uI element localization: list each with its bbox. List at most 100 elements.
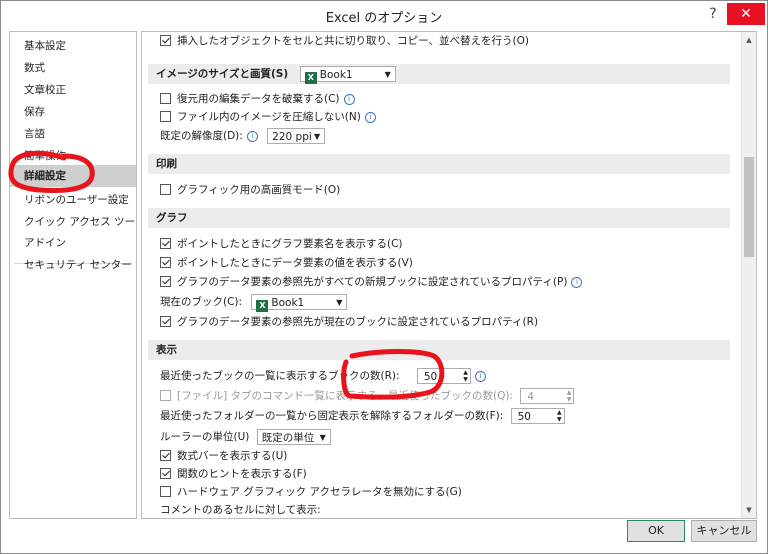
- discard-edit-data-option[interactable]: 復元用の編集データを破棄する(C) i: [160, 90, 355, 108]
- option-label: 数式バーを表示する(U): [177, 450, 288, 462]
- excel-options-dialog: Excel のオプション ? ✕ 基本設定 数式 文章校正 保存 言語 簡単操作…: [0, 0, 768, 554]
- checkbox[interactable]: [160, 238, 171, 249]
- section-title: 印刷: [156, 158, 177, 170]
- cancel-button[interactable]: キャンセル: [691, 520, 757, 542]
- properties-current-workbook-option[interactable]: グラフのデータ要素の参照先が現在のブックに設定されているプロパティ(R): [160, 313, 538, 331]
- spinner-value: 4: [527, 391, 535, 403]
- vertical-scrollbar[interactable]: ▲ ▼: [741, 32, 756, 518]
- sidebar-item-trust-center[interactable]: セキュリティ センター: [10, 255, 136, 275]
- sidebar-item-save[interactable]: 保存: [10, 102, 136, 122]
- no-compress-images-option[interactable]: ファイル内のイメージを圧縮しない(N) i: [160, 108, 376, 126]
- sidebar-item-formulas[interactable]: 数式: [10, 58, 136, 78]
- sidebar-item-general[interactable]: 基本設定: [10, 36, 136, 56]
- excel-workbook-icon: X: [256, 300, 269, 312]
- sidebar-item-customize-ribbon[interactable]: リボンのユーザー設定: [10, 190, 136, 210]
- checkbox[interactable]: [160, 276, 171, 287]
- sidebar-item-addins[interactable]: アドイン: [10, 233, 136, 253]
- checkbox[interactable]: [160, 257, 171, 268]
- show-formula-bar-option[interactable]: 数式バーを表示する(U): [160, 447, 287, 465]
- chevron-down-icon: ▼: [319, 433, 326, 442]
- option-label: ファイル内のイメージを圧縮しない(N): [177, 111, 361, 123]
- sidebar-item-proofing[interactable]: 文章校正: [10, 80, 136, 100]
- high-quality-graphics-option[interactable]: グラフィック用の高画質モード(O): [160, 181, 340, 199]
- spinner-value: 50: [517, 411, 531, 423]
- cut-copy-sort-objects-option[interactable]: 挿入したオブジェクトをセルと共に切り取り、コピー、並べ替えを行う(O): [160, 32, 529, 50]
- spinner-arrows-icon[interactable]: ▲ ▼: [463, 369, 468, 383]
- help-button[interactable]: ?: [701, 3, 725, 25]
- chevron-down-icon: ▼: [384, 70, 391, 79]
- section-title: 表示: [156, 344, 177, 356]
- chevron-down-icon: ▼: [336, 298, 343, 307]
- default-resolution-row: 既定の解像度(D): i 220 ppi ▼: [160, 127, 326, 145]
- file-tab-recent-workbooks-option[interactable]: [ファイル] タブのコマンド一覧に表示する、最近使ったブックの数(Q): 4 ▲ ▼: [160, 387, 575, 405]
- ruler-units-label: ルーラーの単位(U): [160, 431, 250, 443]
- dropdown-value: Book1: [271, 297, 305, 309]
- option-label: グラフのデータ要素の参照先が現在のブックに設定されているプロパティ(R): [177, 316, 539, 328]
- checkbox[interactable]: [160, 390, 171, 401]
- ruler-units-dropdown[interactable]: 既定の単位 ▼: [256, 429, 331, 445]
- current-workbook-dropdown[interactable]: X Book1 ▼: [251, 294, 348, 312]
- option-label: ポイントしたときにデータ要素の値を表示する(V): [177, 257, 413, 269]
- image-size-quality-section: イメージのサイズと画質(S) X Book1 ▼: [148, 64, 730, 84]
- checkbox[interactable]: [160, 35, 171, 46]
- dropdown-value: 220 ppi: [272, 131, 312, 143]
- option-label: コメントのあるセルに対して表示:: [160, 504, 321, 516]
- properties-all-new-workbooks-option[interactable]: グラフのデータ要素の参照先がすべての新規ブックに設定されているプロパティ(P) i: [160, 273, 583, 291]
- resolution-label: 既定の解像度(D):: [160, 130, 243, 142]
- checkbox[interactable]: [160, 450, 171, 461]
- section-title: イメージのサイズと画質(S): [156, 68, 289, 80]
- info-icon: i: [343, 94, 355, 105]
- sidebar-item-language[interactable]: 言語: [10, 124, 136, 144]
- option-label: グラフィック用の高画質モード(O): [177, 184, 341, 196]
- info-icon: i: [474, 371, 486, 382]
- scroll-thumb[interactable]: [744, 157, 754, 257]
- title-bar: Excel のオプション ? ✕: [1, 1, 767, 29]
- disable-hw-acceleration-option[interactable]: ハードウェア グラフィック アクセラレータを無効にする(G): [160, 483, 462, 501]
- info-icon: i: [246, 131, 258, 142]
- window-title: Excel のオプション: [325, 11, 443, 26]
- sidebar-item-quick-access-toolbar[interactable]: クイック アクセス ツール バー: [10, 212, 136, 232]
- spinner-arrows-icon[interactable]: ▲ ▼: [557, 409, 562, 423]
- options-sidebar: 基本設定 数式 文章校正 保存 言語 簡単操作 詳細設定 リボンのユーザー設定 …: [9, 31, 137, 519]
- checkbox[interactable]: [160, 93, 171, 104]
- section-title: グラフ: [156, 212, 188, 224]
- dropdown-value: 既定の単位: [261, 432, 315, 444]
- sidebar-item-accessibility[interactable]: 簡単操作: [10, 146, 136, 166]
- show-data-point-values-option[interactable]: ポイントしたときにデータ要素の値を表示する(V): [160, 254, 413, 272]
- comments-display-label: コメントのあるセルに対して表示:: [160, 501, 321, 518]
- chevron-down-icon: ▼: [314, 132, 321, 141]
- checkbox[interactable]: [160, 486, 171, 497]
- recent-workbooks-label: 最近使ったブックの一覧に表示するブックの数(R):: [160, 370, 400, 382]
- ok-button[interactable]: OK: [627, 520, 685, 542]
- sidebar-item-advanced[interactable]: 詳細設定: [10, 165, 136, 187]
- recent-workbooks-spinner[interactable]: 50 ▲ ▼: [416, 368, 471, 384]
- show-chart-element-names-option[interactable]: ポイントしたときにグラフ要素名を表示する(C): [160, 235, 403, 253]
- recent-folders-spinner[interactable]: 50 ▲ ▼: [510, 408, 565, 424]
- option-label: [ファイル] タブのコマンド一覧に表示する、最近使ったブックの数(Q):: [177, 390, 514, 402]
- info-icon: i: [571, 277, 583, 288]
- resolution-dropdown[interactable]: 220 ppi ▼: [267, 128, 326, 144]
- option-label: ポイントしたときにグラフ要素名を表示する(C): [177, 238, 403, 250]
- image-book-dropdown[interactable]: X Book1 ▼: [299, 66, 396, 84]
- dropdown-value: Book1: [319, 69, 353, 81]
- checkbox[interactable]: [160, 111, 171, 122]
- recent-workbooks-row: 最近使ったブックの一覧に表示するブックの数(R): 50 ▲ ▼ i: [160, 367, 486, 385]
- chart-section: グラフ: [148, 208, 730, 228]
- option-label: 関数のヒントを表示する(F): [177, 468, 307, 480]
- current-workbook-label: 現在のブック(C):: [160, 296, 243, 308]
- advanced-options-panel: 挿入したオブジェクトをセルと共に切り取り、コピー、並べ替えを行う(O) イメージ…: [141, 31, 757, 519]
- option-label: 挿入したオブジェクトをセルと共に切り取り、コピー、並べ替えを行う(O): [177, 35, 529, 47]
- spinner-value: 50: [423, 371, 438, 383]
- option-label: 復元用の編集データを破棄する(C): [177, 93, 340, 105]
- checkbox[interactable]: [160, 468, 171, 479]
- scroll-down-icon[interactable]: ▼: [742, 504, 756, 516]
- show-function-tips-option[interactable]: 関数のヒントを表示する(F): [160, 465, 307, 483]
- checkbox[interactable]: [160, 184, 171, 195]
- close-button[interactable]: ✕: [727, 3, 765, 25]
- file-tab-count-spinner[interactable]: 4 ▲ ▼: [520, 388, 575, 404]
- checkbox[interactable]: [160, 316, 171, 327]
- scroll-up-icon[interactable]: ▲: [742, 34, 756, 46]
- print-section: 印刷: [148, 154, 730, 174]
- display-section: 表示: [148, 340, 730, 360]
- spinner-arrows-icon[interactable]: ▲ ▼: [567, 389, 572, 403]
